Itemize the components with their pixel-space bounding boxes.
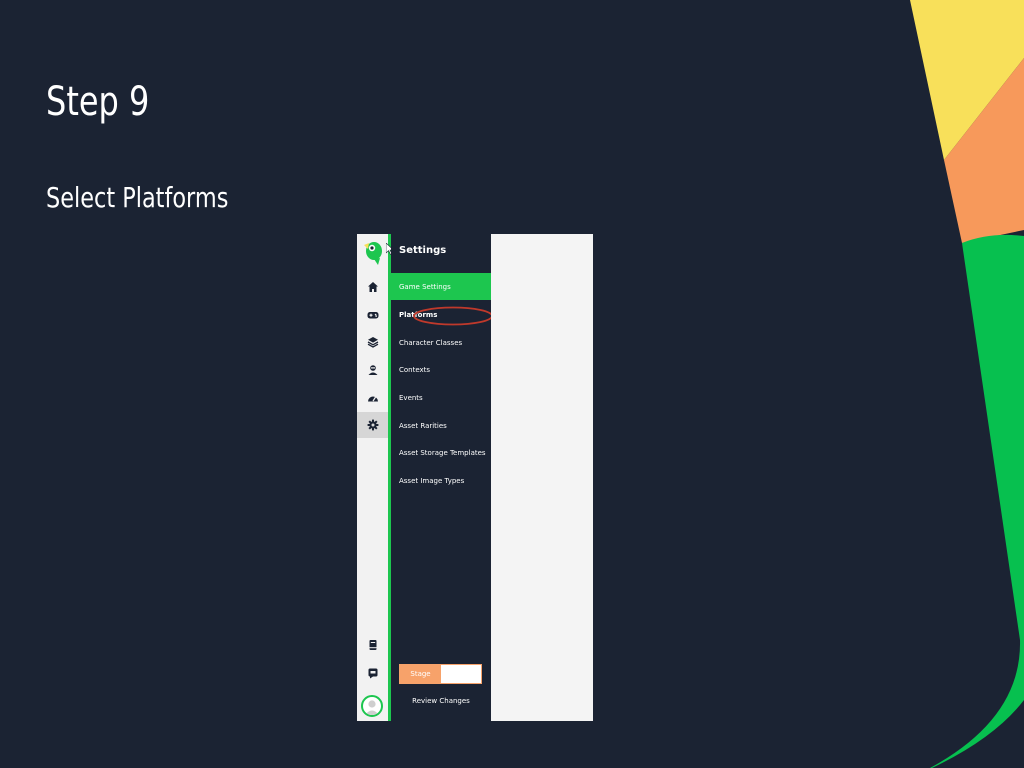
content-area — [491, 234, 593, 721]
menu-item-asset-rarities[interactable]: Asset Rarities — [391, 412, 491, 439]
menu-item-game-settings[interactable]: Game Settings — [391, 273, 491, 300]
slide: { "slide": { "title": "Step 9", "subtitl… — [0, 0, 1024, 768]
stage-toggle-knob — [441, 665, 481, 683]
menu-item-asset-storage-templates[interactable]: Asset Storage Templates — [391, 439, 491, 466]
parrot-logo-icon — [364, 242, 382, 265]
icon-rail — [357, 234, 388, 721]
settings-panel: Settings Game Settings Platforms Charact… — [391, 234, 493, 721]
stage-toggle[interactable]: Stage — [399, 664, 482, 684]
contexts-icon[interactable] — [357, 357, 388, 383]
avatar[interactable] — [361, 695, 383, 717]
menu-item-character-classes[interactable]: Character Classes — [391, 329, 491, 356]
slide-subtitle: Select Platforms — [46, 181, 229, 214]
gamepad-icon[interactable] — [357, 302, 388, 328]
menu-item-events[interactable]: Events — [391, 384, 491, 411]
slide-title: Step 9 — [46, 79, 150, 125]
settings-screenshot: Settings Game Settings Platforms Charact… — [357, 234, 593, 721]
gear-icon[interactable] — [357, 412, 388, 438]
review-changes-link[interactable]: Review Changes — [391, 697, 491, 705]
dashboard-icon[interactable] — [357, 385, 388, 411]
layers-icon[interactable] — [357, 329, 388, 355]
stage-label: Stage — [400, 665, 441, 683]
menu-item-asset-image-types[interactable]: Asset Image Types — [391, 467, 491, 494]
book-icon[interactable] — [357, 632, 388, 658]
home-icon[interactable] — [357, 274, 388, 300]
panel-title: Settings — [399, 245, 447, 256]
chat-icon[interactable] — [357, 660, 388, 686]
menu-item-contexts[interactable]: Contexts — [391, 356, 491, 383]
highlight-circle — [413, 306, 493, 326]
